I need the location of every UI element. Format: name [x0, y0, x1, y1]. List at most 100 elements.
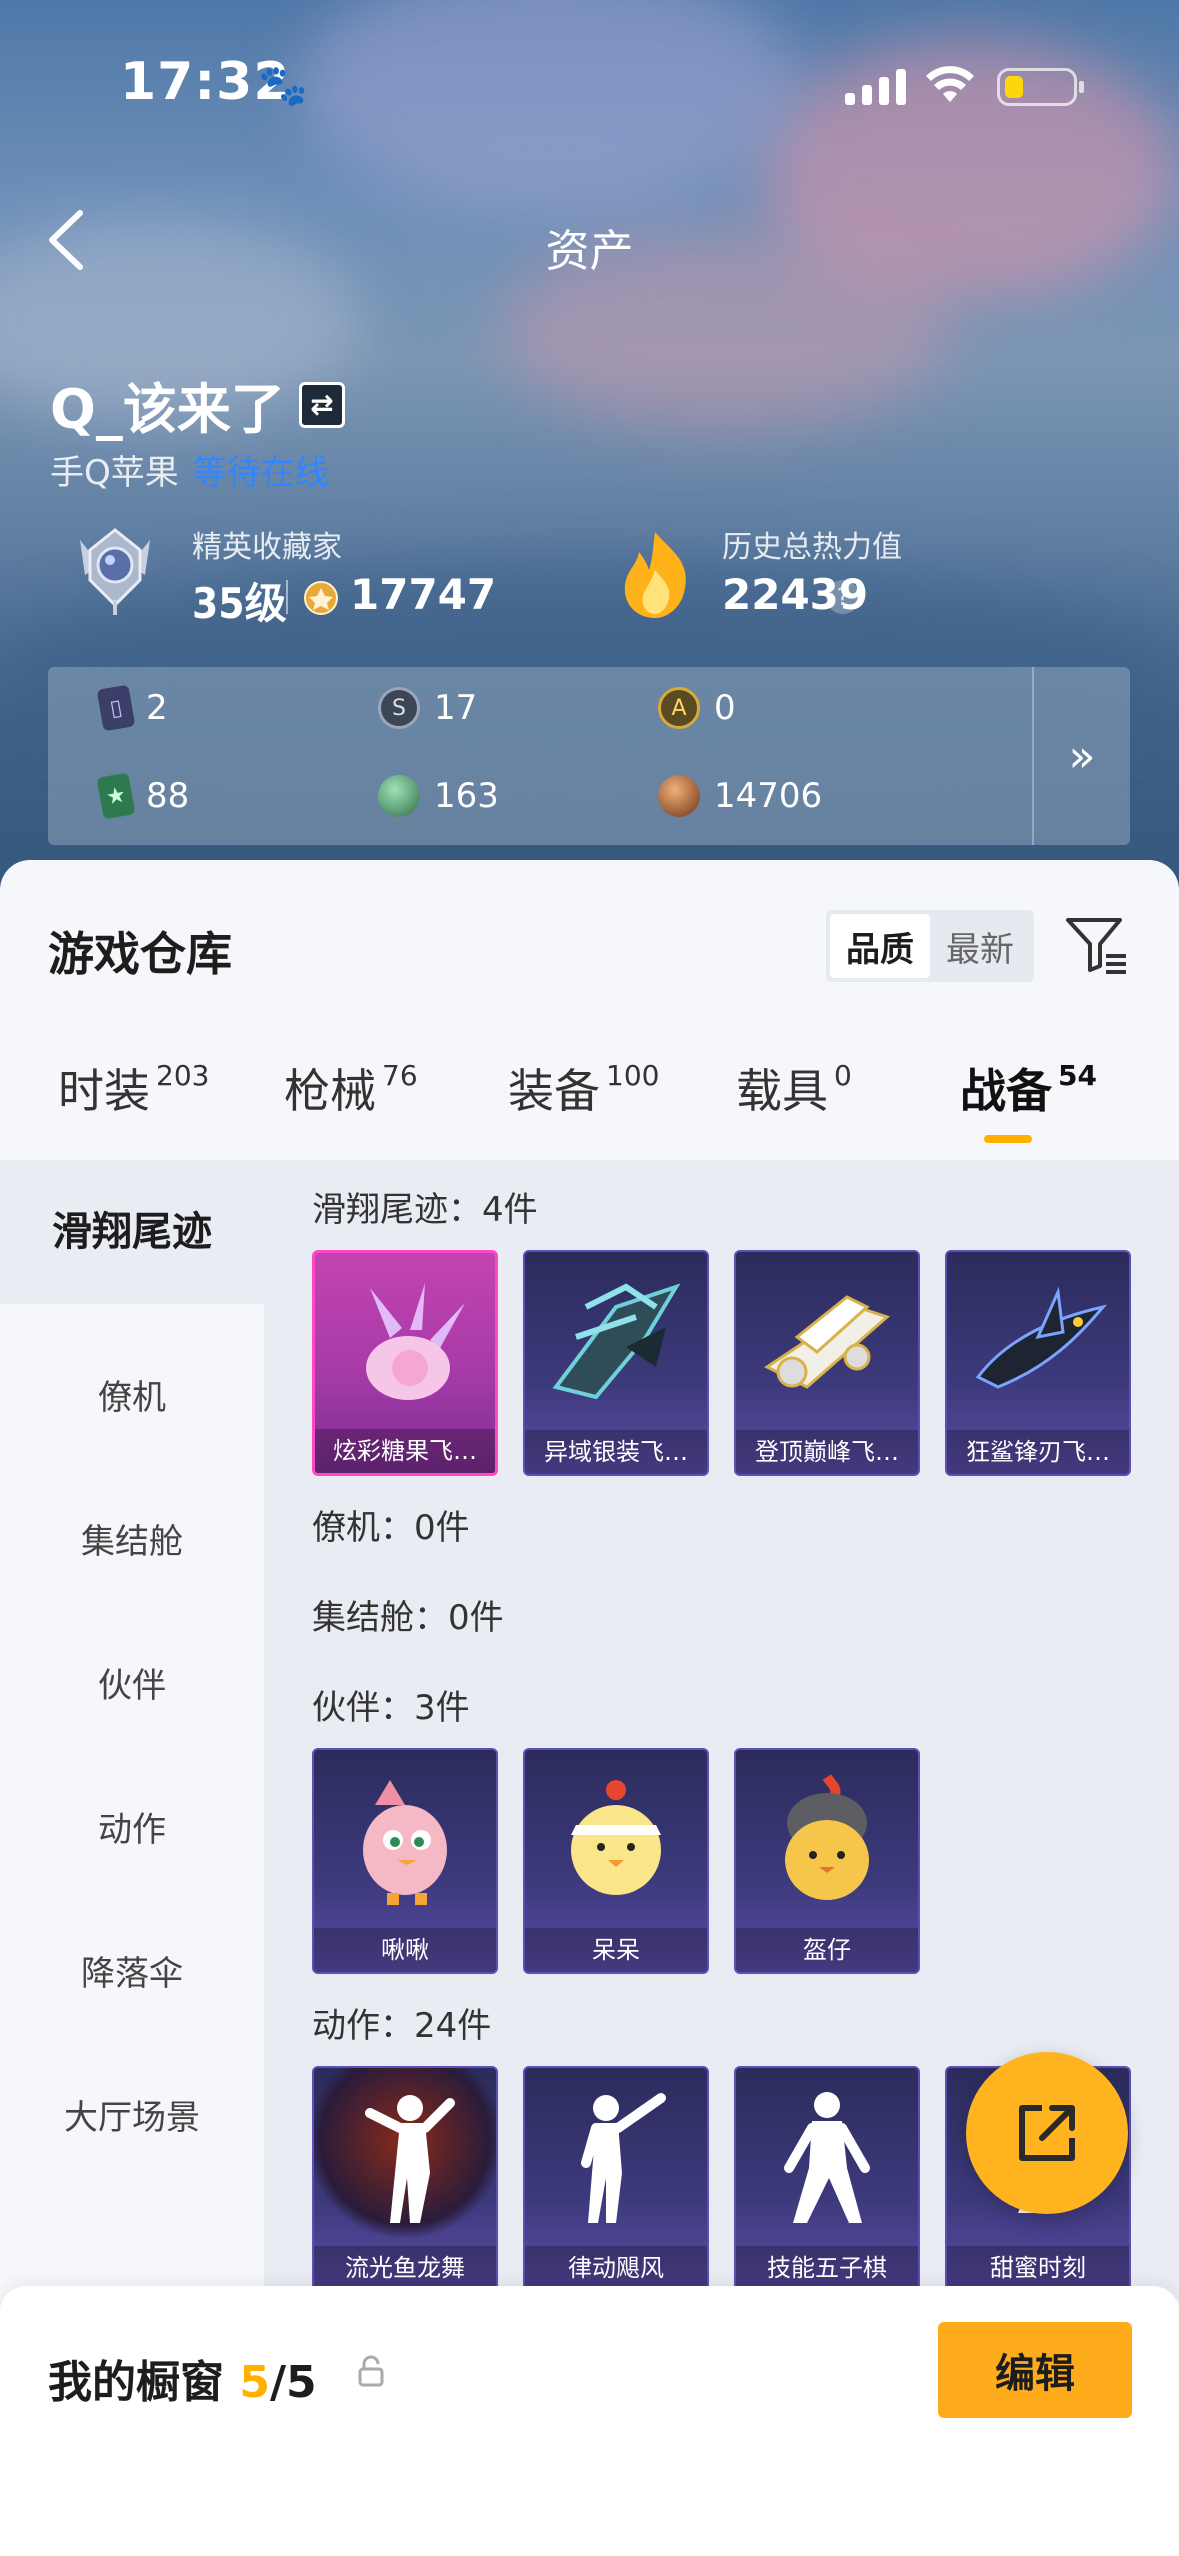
- online-status[interactable]: 等待在线: [193, 453, 329, 493]
- signal-icon: [845, 65, 906, 105]
- item-card[interactable]: 炫彩糖果飞…: [312, 1250, 498, 1476]
- item-card[interactable]: 狂鲨锋刃飞…: [945, 1250, 1131, 1476]
- rhythm-whirlwind-image: [525, 2068, 707, 2248]
- stat-divider: [286, 580, 288, 614]
- currency-value: 14706: [714, 776, 823, 816]
- summit-trail-image: [736, 1252, 918, 1432]
- sidebar-item-partner[interactable]: 伙伴: [0, 1658, 264, 1707]
- currency-panel: ▯ 2 S 17 A 0 ★ 88 163 14706 »: [48, 667, 1130, 845]
- tab-count: 0: [834, 1059, 852, 1092]
- double-chevron-right-icon: »: [1068, 730, 1096, 782]
- rank-title: 精英收藏家: [192, 530, 342, 565]
- item-name: 技能五子棋: [736, 2246, 918, 2290]
- silver-coin-icon: S: [378, 687, 420, 729]
- section-label-trail: 滑翔尾迹：4件: [312, 1190, 538, 1230]
- rank-points: 17747: [350, 570, 497, 619]
- bronze-orb-icon: [658, 775, 700, 817]
- item-card[interactable]: 登顶巅峰飞…: [734, 1250, 920, 1476]
- tab-battle-gear[interactable]: 战备 54: [960, 1055, 1097, 1121]
- green-card-icon: ★: [96, 772, 136, 820]
- sort-newest-button[interactable]: 最新: [930, 914, 1030, 978]
- item-name: 流光鱼龙舞: [314, 2246, 496, 2290]
- rank-points-icon: [304, 581, 338, 615]
- tab-vehicles[interactable]: 载具 0: [736, 1055, 852, 1121]
- item-name: 呆呆: [525, 1928, 707, 1972]
- showcase-count-current: 5: [239, 2357, 270, 2408]
- currency-value: 17: [434, 688, 478, 728]
- wifi-icon: [926, 66, 974, 102]
- sidebar-item-lobby-scene[interactable]: 大厅场景: [0, 2090, 264, 2139]
- share-button[interactable]: [966, 2052, 1128, 2214]
- currency-item: S 17: [378, 687, 477, 729]
- active-tab-indicator: [984, 1135, 1032, 1143]
- edit-button[interactable]: 编辑: [938, 2322, 1132, 2418]
- sidebar-item-emote[interactable]: 动作: [0, 1802, 264, 1851]
- fish-dragon-dance-image: [314, 2068, 496, 2248]
- item-card[interactable]: 啾啾: [312, 1748, 498, 1974]
- currency-item: A 0: [658, 687, 736, 729]
- purple-card-icon: ▯: [96, 684, 136, 732]
- tab-equipment[interactable]: 装备 100: [508, 1055, 659, 1121]
- sidebar-item-wingman[interactable]: 僚机: [0, 1370, 264, 1419]
- tab-label: 战备: [960, 1064, 1052, 1118]
- username-text: Q_该来了: [50, 378, 285, 441]
- more-currencies-button[interactable]: »: [1032, 667, 1130, 845]
- sidebar-item-parachute[interactable]: 降落伞: [0, 1946, 264, 1995]
- username: Q_该来了 ⇄: [50, 365, 345, 444]
- tab-count: 76: [382, 1059, 418, 1092]
- showcase-count-total: /5: [269, 2357, 317, 2408]
- sort-quality-button[interactable]: 品质: [830, 914, 930, 978]
- sidebar-item-capsule[interactable]: 集结舱: [0, 1514, 264, 1563]
- currency-value: 0: [714, 688, 736, 728]
- item-name: 啾啾: [314, 1928, 496, 1972]
- item-name: 盔仔: [736, 1928, 918, 1972]
- currency-item: 163: [378, 775, 499, 817]
- heat-title: 历史总热力值: [722, 530, 902, 565]
- kuizai-partner-image: [736, 1750, 918, 1930]
- help-icon[interactable]: ?: [826, 580, 860, 614]
- tab-label: 载具: [736, 1064, 828, 1118]
- item-name: 律动飓风: [525, 2246, 707, 2290]
- showcase-label: 我的橱窗 5/5: [48, 2346, 317, 2410]
- tab-count: 100: [606, 1059, 660, 1092]
- tab-firearms[interactable]: 枪械 76: [284, 1055, 418, 1121]
- tab-fashion[interactable]: 时装 203: [58, 1055, 209, 1121]
- tab-label: 装备: [508, 1064, 600, 1118]
- item-card[interactable]: 呆呆: [523, 1748, 709, 1974]
- item-name: 炫彩糖果飞…: [315, 1429, 495, 1473]
- sidebar-item-trail[interactable]: 滑翔尾迹: [0, 1160, 264, 1304]
- tab-label: 时装: [58, 1064, 150, 1118]
- section-label-wingman: 僚机：0件: [312, 1508, 470, 1548]
- warehouse-title: 游戏仓库: [48, 927, 232, 981]
- sort-toggle: 品质 最新: [826, 910, 1034, 982]
- currency-item: ★ 88: [96, 772, 190, 820]
- tab-label: 枪械: [284, 1064, 376, 1118]
- currency-value: 163: [434, 776, 499, 816]
- currency-item: 14706: [658, 775, 822, 817]
- status-bar: 17:32 🐾: [0, 0, 1179, 150]
- paw-icon: 🐾: [258, 63, 308, 109]
- candy-trail-image: [315, 1253, 495, 1433]
- collector-badge-icon: [80, 528, 150, 615]
- share-icon: [1019, 2105, 1075, 2161]
- item-card[interactable]: 流光鱼龙舞: [312, 2066, 498, 2292]
- flame-icon: [624, 532, 686, 618]
- shark-trail-image: [947, 1252, 1129, 1432]
- platform-label: 手Q苹果: [50, 453, 179, 493]
- item-name: 登顶巅峰飞…: [736, 1430, 918, 1474]
- gold-coin-icon: A: [658, 687, 700, 729]
- filter-icon[interactable]: [1062, 910, 1130, 978]
- section-label-emote: 动作：24件: [312, 2006, 492, 2046]
- item-card[interactable]: 异域银装飞…: [523, 1250, 709, 1476]
- item-card[interactable]: 律动飓风: [523, 2066, 709, 2292]
- switch-account-icon[interactable]: ⇄: [298, 381, 345, 428]
- lock-icon: [358, 2355, 384, 2387]
- platform-info: 手Q苹果 等待在线: [50, 445, 329, 494]
- currency-value: 88: [146, 776, 190, 816]
- item-card[interactable]: 盔仔: [734, 1748, 920, 1974]
- jiujiu-partner-image: [314, 1750, 496, 1930]
- item-name: 狂鲨锋刃飞…: [947, 1430, 1129, 1474]
- battery-icon: [997, 68, 1084, 106]
- item-card[interactable]: 技能五子棋: [734, 2066, 920, 2292]
- tab-count: 203: [156, 1059, 210, 1092]
